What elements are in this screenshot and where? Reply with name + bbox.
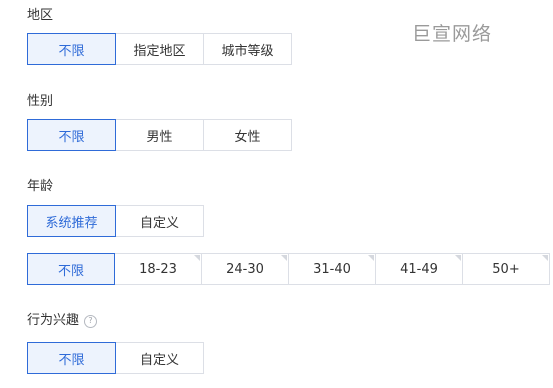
gender-option-female[interactable]: 女性 (203, 119, 292, 151)
corner-marker (542, 255, 548, 261)
age-range-label: 50+ (492, 261, 520, 277)
region-options: 不限 指定地区 城市等级 (27, 33, 292, 65)
watermark-text: 巨宣网络 (412, 23, 493, 45)
region-option-unlimited[interactable]: 不限 (27, 33, 116, 65)
corner-marker (368, 255, 374, 261)
interest-label: 行为兴趣 (27, 313, 80, 328)
corner-marker (281, 255, 287, 261)
age-range-18-23[interactable]: 18-23 (114, 253, 202, 285)
region-label: 地区 (27, 8, 54, 23)
interest-options: 不限 自定义 (27, 342, 204, 374)
gender-option-male[interactable]: 男性 (115, 119, 204, 151)
question-circle-icon[interactable]: ? (84, 314, 98, 328)
region-option-specified[interactable]: 指定地区 (115, 33, 204, 65)
corner-marker (455, 255, 461, 261)
age-range-41-49[interactable]: 41-49 (375, 253, 463, 285)
age-label: 年龄 (27, 179, 54, 194)
age-mode-options: 系统推荐 自定义 (27, 205, 204, 237)
interest-label-row: 行为兴趣? (27, 313, 98, 329)
age-range-label: 24-30 (226, 261, 264, 277)
age-range-label: 18-23 (139, 261, 177, 277)
age-range-unlimited[interactable]: 不限 (27, 253, 115, 285)
gender-options: 不限 男性 女性 (27, 119, 292, 151)
region-option-city-level[interactable]: 城市等级 (203, 33, 292, 65)
age-range-50-plus[interactable]: 50+ (462, 253, 550, 285)
interest-option-custom[interactable]: 自定义 (115, 342, 204, 374)
interest-option-unlimited[interactable]: 不限 (27, 342, 116, 374)
age-range-24-30[interactable]: 24-30 (201, 253, 289, 285)
gender-label: 性别 (27, 94, 54, 109)
age-mode-custom[interactable]: 自定义 (115, 205, 204, 237)
age-range-options: 不限 18-23 24-30 31-40 41-49 50+ (27, 253, 550, 285)
age-mode-recommended[interactable]: 系统推荐 (27, 205, 116, 237)
age-range-label: 41-49 (400, 261, 438, 277)
gender-option-unlimited[interactable]: 不限 (27, 119, 116, 151)
age-range-31-40[interactable]: 31-40 (288, 253, 376, 285)
age-range-label: 31-40 (313, 261, 351, 277)
corner-marker (194, 255, 200, 261)
